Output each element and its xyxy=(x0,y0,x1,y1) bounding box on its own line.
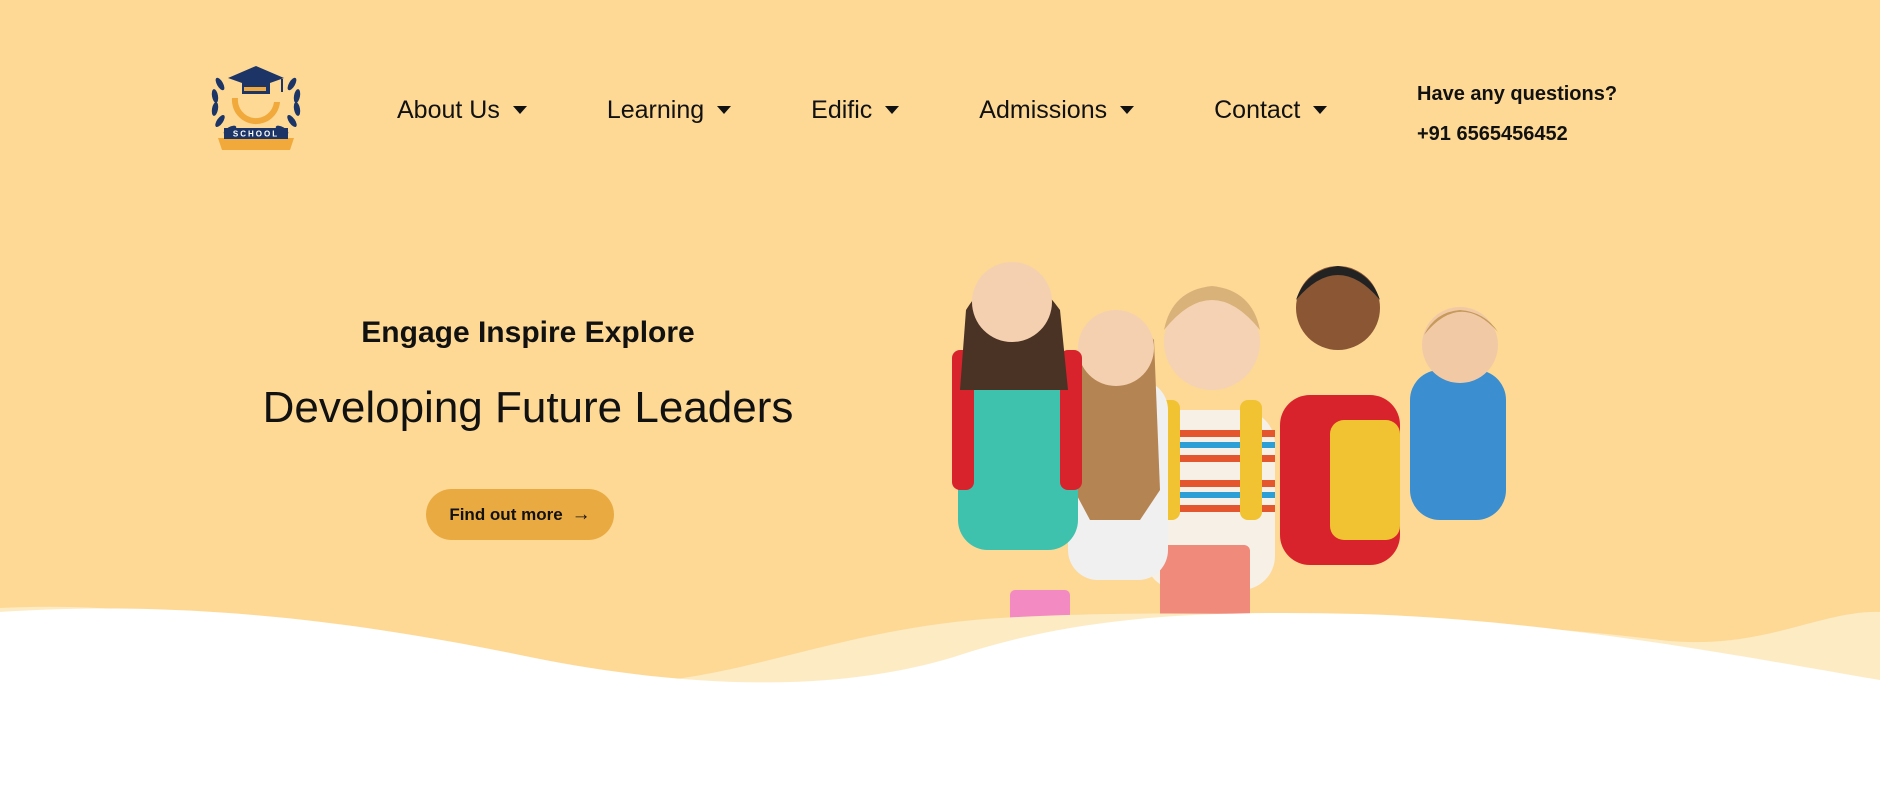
find-out-more-label: Find out more xyxy=(449,504,563,524)
school-logo[interactable]: SCHOOL xyxy=(204,56,308,156)
contact-phone-link[interactable]: +91 6565456452 xyxy=(1417,114,1617,154)
nav-item-label: Admissions xyxy=(979,95,1108,124)
arrow-right-icon: → xyxy=(571,504,591,525)
nav-item-learning[interactable]: Learning xyxy=(606,95,732,125)
logo-text: SCHOOL xyxy=(233,130,279,139)
header-contact: Have any questions? +91 6565456452 xyxy=(1417,74,1617,154)
caret-down-icon xyxy=(512,106,527,114)
nav-item-about-us[interactable]: About Us xyxy=(397,96,527,125)
contact-question: Have any questions? xyxy=(1417,83,1618,105)
find-out-more-button[interactable]: Find out more → xyxy=(426,489,614,540)
nav-item-label: Edific xyxy=(811,95,873,124)
caret-down-icon xyxy=(1313,106,1328,114)
hero-headline: Developing Future Leaders xyxy=(262,383,794,432)
nav-item-label: Contact xyxy=(1214,95,1301,124)
nav-item-label: About Us xyxy=(397,95,500,124)
caret-down-icon xyxy=(1120,106,1135,114)
hero-section: SCHOOL About Us Learning Edific Admissio… xyxy=(0,0,1880,792)
caret-down-icon xyxy=(885,106,900,114)
main-nav: About Us Learning Edific Admissions Cont… xyxy=(397,90,1328,130)
nav-item-contact[interactable]: Contact xyxy=(1214,95,1328,125)
nav-item-edific[interactable]: Edific xyxy=(811,95,900,125)
caret-down-icon xyxy=(717,106,732,114)
nav-item-admissions[interactable]: Admissions xyxy=(979,95,1135,125)
hero-children-image xyxy=(940,230,1590,660)
hero-wave-divider xyxy=(0,600,1880,792)
nav-item-label: Learning xyxy=(606,95,705,124)
hero-tagline: Engage Inspire Explore xyxy=(361,316,695,349)
